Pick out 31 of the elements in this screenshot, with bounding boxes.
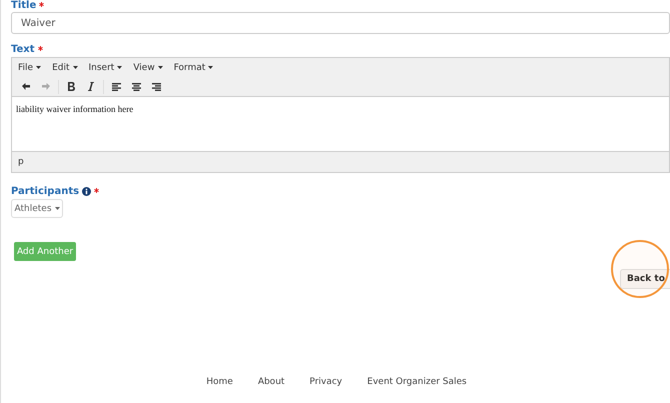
title-input[interactable]: Waiver	[11, 12, 670, 34]
field-label: Text	[11, 44, 670, 55]
footer-link[interactable]: Event Organizer Sales	[367, 377, 467, 387]
footer-link[interactable]: Home	[206, 377, 233, 387]
footer-link[interactable]: Privacy	[310, 377, 342, 387]
footer-link[interactable]: About	[258, 377, 285, 387]
caret-icon	[54, 207, 60, 210]
caret-icon	[158, 66, 163, 69]
menu-item[interactable]: Insert	[88, 62, 122, 72]
menu-item[interactable]: File	[18, 62, 42, 72]
menu-item[interactable]: Format	[174, 62, 214, 72]
field-label: Title	[11, 0, 670, 11]
back-button[interactable]: Back to	[620, 269, 670, 289]
info-icon	[82, 187, 92, 196]
undo-icon	[22, 83, 30, 90]
menu-item[interactable]: Edit	[52, 62, 78, 72]
element-path: p	[12, 151, 669, 172]
align-right-icon	[152, 82, 160, 90]
caret-icon	[36, 66, 42, 69]
caret-icon	[72, 66, 78, 69]
redo-icon	[42, 83, 50, 90]
field-label: Participants	[11, 186, 670, 197]
align-left-icon	[112, 82, 120, 90]
menu-item[interactable]: View	[133, 62, 163, 72]
caret-icon	[208, 66, 214, 69]
participants-dropdown[interactable]: Athletes	[11, 199, 63, 218]
italic-icon	[88, 82, 94, 91]
align-center-icon	[132, 82, 140, 90]
bold-icon	[68, 82, 74, 91]
caret-icon	[117, 66, 122, 69]
editor-content[interactable]: liability waiver information here	[12, 97, 669, 151]
